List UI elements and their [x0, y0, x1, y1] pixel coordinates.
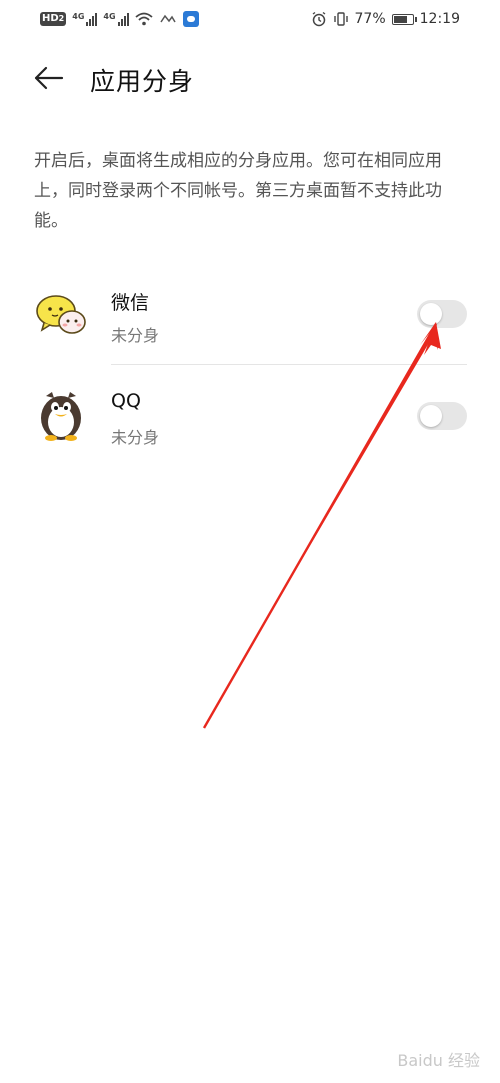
back-button[interactable]: [32, 62, 66, 94]
wechat-clone-toggle[interactable]: [417, 300, 467, 328]
app-name: 微信: [111, 292, 150, 314]
baidu-watermark: Baidu 经验: [397, 1051, 480, 1070]
app-status: 未分身: [111, 428, 160, 447]
battery-icon: [391, 13, 417, 25]
vibrate-icon: [333, 12, 348, 26]
app-notification-icon: [182, 11, 199, 27]
battery-percent: 77%: [354, 11, 386, 27]
signal-icon: 4G: [72, 12, 98, 26]
app-name: QQ: [111, 390, 141, 412]
page-title: 应用分身: [90, 67, 195, 96]
status-left: HD2 4G 4G: [40, 9, 199, 29]
wifi-icon: [134, 12, 153, 26]
list-item-qq[interactable]: QQ 未分身: [0, 368, 500, 468]
back-arrow-icon: [34, 66, 64, 90]
toggle-knob: [420, 303, 442, 325]
clock: 12:19: [419, 11, 460, 27]
app-status: 未分身: [111, 326, 160, 345]
feature-description: 开启后，桌面将生成相应的分身应用。您可在相同应用上，同时登录两个不同帐号。第三方…: [34, 151, 442, 231]
qq-penguin-icon: [41, 392, 81, 441]
status-right: 77% 12:19: [311, 9, 460, 29]
toggle-knob: [420, 405, 442, 427]
status-bar: HD2 4G 4G 77% 12:19: [0, 0, 500, 38]
notification-icon: [159, 14, 176, 23]
alarm-icon: [312, 11, 325, 27]
app-bar: 应用分身: [0, 52, 500, 104]
wechat-icon: [36, 295, 86, 334]
signal-icon-2: 4G: [103, 12, 129, 26]
list-divider: [111, 364, 467, 365]
qq-clone-toggle[interactable]: [417, 402, 467, 430]
list-item-wechat[interactable]: 微信 未分身: [0, 268, 500, 368]
hd-voice-badge: HD2: [40, 12, 67, 26]
